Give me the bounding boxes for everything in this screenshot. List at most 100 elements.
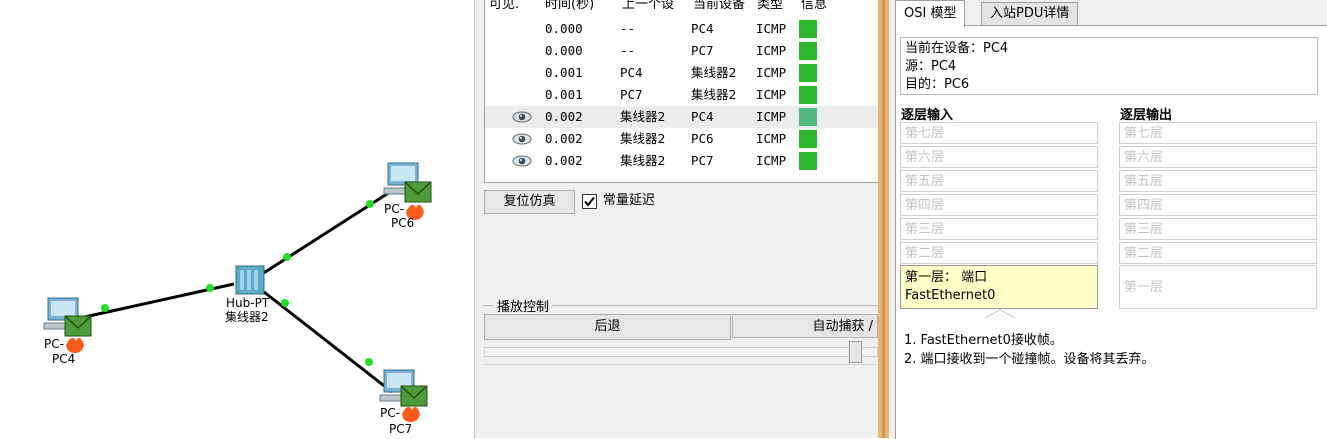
constant-delay-checkbox[interactable] [582,194,597,209]
node-name-label: PC4 [52,352,76,366]
layer-box[interactable]: 第三层 [900,218,1098,240]
back-button[interactable]: 后退 [484,314,731,340]
in-layers-header: 逐层输入 [901,108,954,123]
info-color-box[interactable] [799,108,817,126]
cell-type: ICMP [756,65,787,80]
link-hub-pc7 [263,290,393,394]
cell-type: ICMP [756,153,787,168]
cell-last: 集线器2 [620,153,666,168]
cell-type: ICMP [756,131,787,146]
event-list-table[interactable]: 可见. 时间(秒) 上一个设 当前设备 类型 信息 0.000 -- PC4 ICMP… [484,0,880,183]
cell-last: -- [620,21,636,36]
layer-box[interactable]: 第二层 [1119,242,1317,264]
column-header[interactable]: 时间(秒) [545,0,594,14]
checkmark-icon [584,196,595,207]
event-row[interactable]: 0.000 -- PC7 ICMP [485,40,879,62]
pdu-envelope-icon [404,181,432,220]
current-device-text: 当前在设备：PC4 [905,41,1009,56]
info-color-box[interactable] [799,42,817,60]
link-light [281,299,289,307]
cell-last: PC4 [620,65,643,80]
node-name-label: 集线器2 [225,310,269,324]
layer-box[interactable]: 第六层 [1119,146,1317,168]
node-type-label: PC- [380,406,400,420]
layer-box[interactable]: 第五层 [1119,170,1317,192]
destination-text: 目的：PC6 [905,77,970,92]
layer-box[interactable]: 第三层 [1119,218,1317,240]
column-header[interactable]: 可见. [489,0,519,14]
layer1-in-port: FastEthernet0 [905,288,996,303]
source-text: 源：PC4 [905,59,957,74]
constant-delay-label: 常量延迟 [603,193,656,208]
layer-box[interactable]: 第七层 [900,122,1098,144]
layer-box[interactable]: 第二层 [900,242,1098,264]
column-header[interactable]: 信息 [801,0,827,14]
playback-slider[interactable] [484,347,878,357]
hub-icon [235,265,265,295]
splitter-grip [882,0,885,438]
cell-type: ICMP [756,87,787,102]
cell-current: 集线器2 [691,87,737,102]
layer-box[interactable]: 第五层 [900,170,1098,192]
link-light [101,304,109,312]
node-type-label: PC- [44,337,64,351]
info-color-box[interactable] [799,86,817,104]
cell-current: PC7 [691,43,714,58]
event-row[interactable]: 0.002 集线器2 PC7 ICMP [485,150,879,172]
event-row[interactable]: 0.002 集线器2 PC6 ICMP [485,128,879,150]
auto-capture-button[interactable]: 自动捕获 / [732,314,878,338]
layer1-in-box[interactable]: 第一层： 端口 FastEthernet0 [900,265,1098,309]
info-color-box[interactable] [799,152,817,170]
cell-time: 0.000 [545,21,583,36]
cell-time: 0.000 [545,43,583,58]
tab-osi-model[interactable]: OSI 模型 [895,0,966,27]
cell-type: ICMP [756,21,787,36]
node-name-label: PC7 [389,422,413,436]
cell-type: ICMP [756,109,787,124]
column-header[interactable]: 类型 [757,0,783,14]
info-color-box[interactable] [799,64,817,82]
layer1-out-box[interactable]: 第一层 [1119,265,1317,309]
info-color-box[interactable] [799,130,817,148]
link-light [283,253,291,261]
event-row[interactable]: 0.002 集线器2 PC4 ICMP [485,106,879,128]
layer-pointer-icon [985,309,1015,319]
description-line: 1. FastEthernet0接收帧。 [904,333,1063,348]
link-light [365,358,373,366]
cell-current: PC6 [691,131,714,146]
event-row[interactable]: 0.001 PC7 集线器2 ICMP [485,84,879,106]
cell-last: 集线器2 [620,109,666,124]
reset-simulation-button[interactable]: 复位仿真 [484,190,575,214]
cell-type: ICMP [756,43,787,58]
tab-inbound-pdu[interactable]: 入站PDU详情 [981,2,1079,25]
pdu-envelope-icon [400,385,428,422]
cell-current: PC4 [691,21,714,36]
cell-current: PC7 [691,153,714,168]
layer-box[interactable]: 第六层 [900,146,1098,168]
eye-icon[interactable] [512,155,532,167]
cell-time: 0.002 [545,153,583,168]
cell-last: PC7 [620,87,643,102]
topology-canvas[interactable]: PC- PC6 PC- PC4 PC- PC7 Hub-PT 集线器2 [0,0,474,438]
description-line: 2. 端口接收到一个碰撞帧。设备将其丢弃。 [904,352,1155,367]
playback-slider-thumb[interactable] [849,341,862,363]
column-header[interactable]: 上一个设 [622,0,674,14]
column-header[interactable]: 当前设备 [693,0,745,14]
cell-time: 0.002 [545,131,583,146]
cell-current: PC4 [691,109,714,124]
cell-time: 0.001 [545,65,583,80]
cell-last: -- [620,43,636,58]
info-color-box[interactable] [799,20,817,38]
layer-box[interactable]: 第七层 [1119,122,1317,144]
eye-icon[interactable] [512,111,532,123]
event-row[interactable]: 0.001 PC4 集线器2 ICMP [485,62,879,84]
node-type-label: Hub-PT [226,296,270,310]
event-row[interactable]: 0.000 -- PC4 ICMP [485,18,879,40]
layer-box[interactable]: 第四层 [900,194,1098,216]
cell-last: 集线器2 [620,131,666,146]
link-light [366,200,374,208]
layer-box[interactable]: 第四层 [1119,194,1317,216]
cell-time: 0.001 [545,87,583,102]
eye-icon[interactable] [512,133,532,145]
node-type-label: PC- [384,202,404,216]
